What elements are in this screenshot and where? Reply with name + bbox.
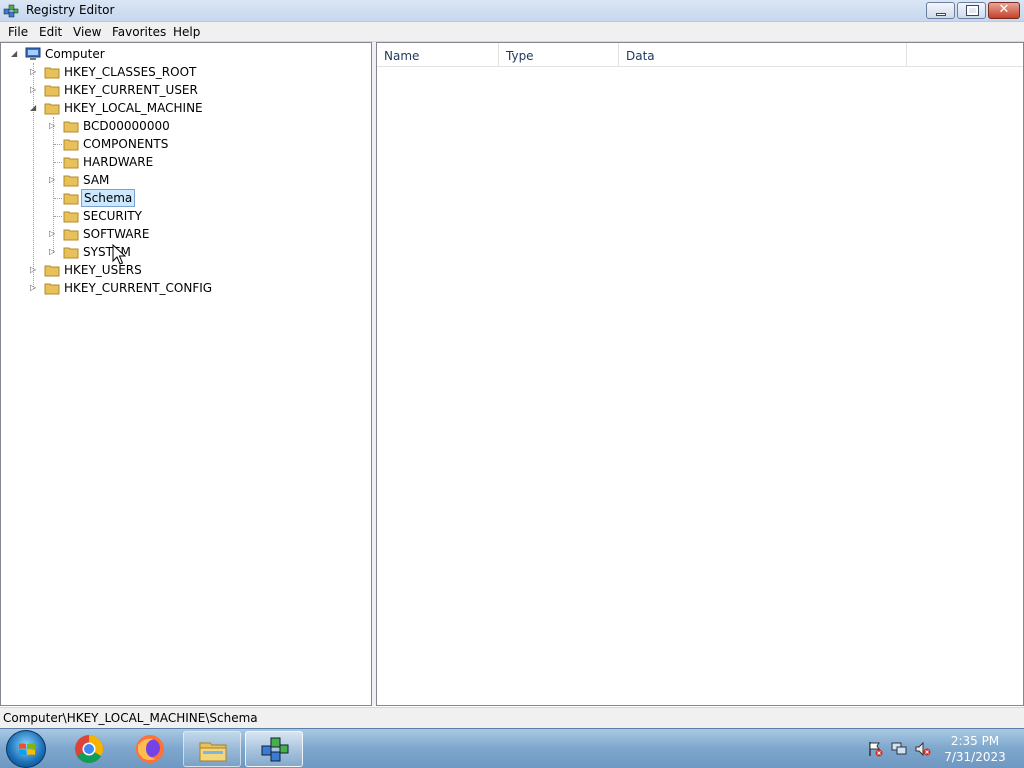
tree-item-software[interactable]: ▷ SOFTWARE [1,225,371,243]
file-explorer-icon [199,742,227,762]
menu-help[interactable]: Help [173,25,200,39]
tree-guide-line [54,198,62,199]
tree-label: COMPONENTS [83,137,169,151]
column-header-filler [907,43,1023,67]
tree-item-components[interactable]: COMPONENTS [1,135,371,153]
values-list[interactable]: Name Type Data [376,42,1024,706]
folder-icon [63,211,79,223]
tree-guide-line [54,144,62,145]
taskbar: 2:35 PM 7/31/2023 [0,728,1024,768]
folder-icon [44,283,60,295]
tree-item-hkey-classes-root[interactable]: ▷ HKEY_CLASSES_ROOT [1,63,371,81]
menu-file[interactable]: File [8,25,28,39]
action-center-icon[interactable] [867,741,883,757]
tree-label-selected: Schema [81,189,136,207]
registry-editor-icon [261,737,289,762]
clock-date: 7/31/2023 [944,750,1006,764]
folder-icon [63,193,79,205]
mouse-cursor-icon [112,244,126,265]
close-icon: ✕ [998,2,1010,17]
tree-guide-line [54,162,62,163]
folder-icon [63,121,79,133]
expand-arrow-icon[interactable]: ▷ [49,121,58,130]
expand-arrow-icon[interactable]: ▷ [49,175,58,184]
close-button[interactable]: ✕ [988,2,1020,19]
expand-arrow-icon[interactable]: ▷ [30,85,39,94]
tree-label: SAM [83,173,110,187]
folder-icon [63,229,79,241]
volume-muted-icon[interactable] [915,741,931,757]
registry-tree[interactable]: ◢ Computer ▷ HKEY_CLASSES_ROOT ▷ HKEY_CU… [0,42,372,706]
column-header-type[interactable]: Type [499,43,619,67]
tree-item-hkey-local-machine[interactable]: ◢ HKEY_LOCAL_MACHINE [1,99,371,117]
column-header-label: Type [506,49,534,63]
system-clock[interactable]: 2:35 PM 7/31/2023 [930,733,1020,765]
tree-item-hkey-users[interactable]: ▷ HKEY_USERS [1,261,371,279]
column-header-label: Name [384,49,420,63]
tree-item-hkey-current-config[interactable]: ▷ HKEY_CURRENT_CONFIG [1,279,371,297]
tree-item-hkey-current-user[interactable]: ▷ HKEY_CURRENT_USER [1,81,371,99]
column-header-name[interactable]: Name [377,43,499,67]
tree-item-bcd00000000[interactable]: ▷ BCD00000000 [1,117,371,135]
folder-icon [44,85,60,97]
minimize-icon [936,13,946,16]
restore-icon [966,5,979,16]
column-header-label: Data [626,49,655,63]
tree-label: SECURITY [83,209,142,223]
taskbar-file-explorer[interactable] [183,731,241,767]
tree-label: Computer [45,47,105,61]
status-path: Computer\HKEY_LOCAL_MACHINE\Schema [3,711,258,725]
tree-label: HKEY_LOCAL_MACHINE [64,101,203,115]
minimize-button[interactable] [926,2,955,19]
collapse-arrow-icon[interactable]: ◢ [11,49,20,58]
tree-item-schema[interactable]: Schema [1,189,371,207]
folder-icon [63,157,79,169]
chrome-icon [75,735,103,763]
tree-label: SOFTWARE [83,227,150,241]
expand-arrow-icon[interactable]: ▷ [49,247,58,256]
tree-label: HKEY_CLASSES_ROOT [64,65,197,79]
tree-label: BCD00000000 [83,119,170,133]
folder-icon [63,139,79,151]
tree-label: HARDWARE [83,155,154,169]
taskbar-chrome[interactable] [60,731,118,767]
tree-item-sam[interactable]: ▷ SAM [1,171,371,189]
windows-logo-icon [19,743,35,755]
tree-item-hardware[interactable]: HARDWARE [1,153,371,171]
tree-label: HKEY_USERS [64,263,142,277]
menu-favorites[interactable]: Favorites [112,25,166,39]
collapse-arrow-icon[interactable]: ◢ [30,103,39,112]
column-header-data[interactable]: Data [619,43,907,67]
title-bar[interactable]: Registry Editor ✕ [0,0,1024,22]
window-title: Registry Editor [26,3,115,17]
firefox-icon [136,735,164,763]
folder-icon [44,67,60,79]
tree-item-system[interactable]: ▷ SYSTEM [1,243,371,261]
taskbar-firefox[interactable] [121,731,179,767]
clock-time: 2:35 PM [950,734,1000,748]
tree-item-security[interactable]: SECURITY [1,207,371,225]
restore-button[interactable] [957,2,986,19]
folder-icon [63,247,79,259]
expand-arrow-icon[interactable]: ▷ [30,265,39,274]
tree-label: HKEY_CURRENT_CONFIG [64,281,213,295]
expand-arrow-icon[interactable]: ▷ [30,283,39,292]
start-button[interactable] [6,730,46,768]
taskbar-registry-editor[interactable] [245,731,303,767]
network-icon[interactable] [891,741,907,757]
menu-view[interactable]: View [73,25,101,39]
registry-editor-icon [3,4,19,18]
folder-icon [63,175,79,187]
folder-open-icon [44,103,60,115]
menu-edit[interactable]: Edit [39,25,62,39]
expand-arrow-icon[interactable]: ▷ [30,67,39,76]
status-bar: Computer\HKEY_LOCAL_MACHINE\Schema [0,707,1024,728]
tree-item-computer[interactable]: ◢ Computer [1,45,371,63]
folder-icon [44,265,60,277]
tree-guide-line [54,216,62,217]
tree-label: HKEY_CURRENT_USER [64,83,198,97]
computer-icon [25,47,41,60]
expand-arrow-icon[interactable]: ▷ [49,229,58,238]
menu-bar: File Edit View Favorites Help [0,22,1024,42]
